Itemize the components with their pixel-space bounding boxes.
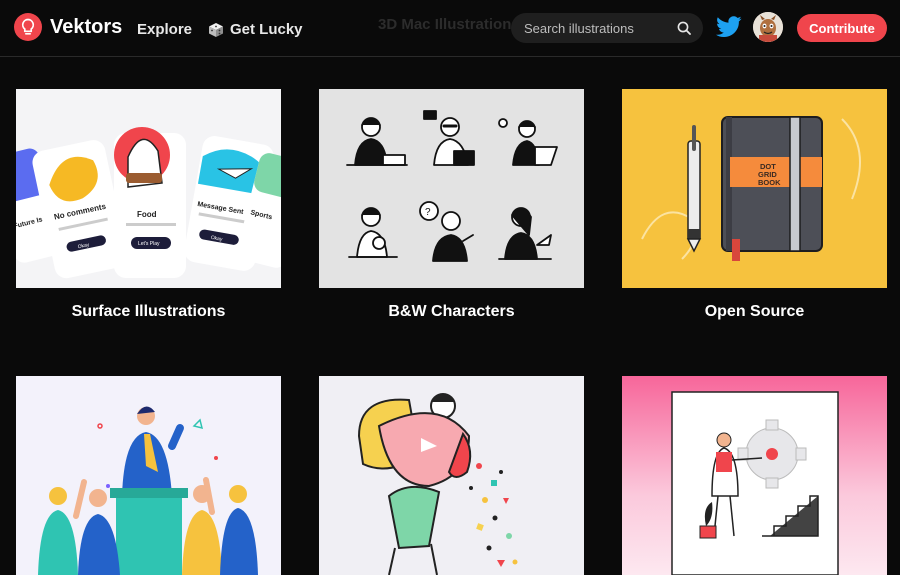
collection-card-speaker-crowd[interactable] (16, 376, 281, 575)
collection-title[interactable]: B&W Characters (319, 303, 584, 321)
collection-card-gear-stairs[interactable] (622, 376, 887, 575)
notebook-label-line: BOOK (758, 178, 781, 187)
collection-thumbnail (319, 376, 584, 575)
collection-thumbnail: Future Is Now No comments Okay Food Let'… (16, 89, 281, 288)
collection-card-pouring-character[interactable] (319, 376, 584, 575)
top-navigation-bar: Vektors Explore Get Lucky 3D Mac Illustr… (0, 0, 900, 57)
contribute-button[interactable]: Contribute (797, 14, 887, 42)
svg-text:?: ? (425, 207, 431, 218)
collection-card-surface-illustrations[interactable]: Future Is Now No comments Okay Food Let'… (16, 89, 281, 320)
collection-thumbnail (622, 376, 887, 575)
collection-thumbnail: DOT GRID BOOK (622, 89, 887, 288)
nav-get-lucky-label: Get Lucky (230, 21, 303, 38)
search-icon[interactable] (677, 21, 691, 35)
brand-name: Vektors (50, 15, 123, 38)
collection-card-bw-characters[interactable]: ? B&W Characters (319, 89, 584, 320)
search-bar[interactable] (511, 13, 703, 43)
user-avatar[interactable] (753, 12, 783, 42)
collection-thumbnail (16, 376, 281, 575)
background-page-title: 3D Mac Illustration (378, 16, 512, 33)
collection-thumbnail: ? (319, 89, 584, 288)
collection-card-open-source[interactable]: DOT GRID BOOK Open Source (622, 89, 887, 320)
nav-get-lucky-link[interactable]: Get Lucky (208, 21, 303, 38)
search-input[interactable] (524, 20, 674, 36)
brand-logo[interactable]: Vektors (14, 13, 122, 41)
preview-button-label: Let's Play (138, 241, 160, 247)
collection-title[interactable]: Surface Illustrations (16, 303, 281, 321)
nav-explore-link[interactable]: Explore (137, 21, 192, 38)
collection-title[interactable]: Open Source (622, 303, 887, 321)
preview-card-label: Food (137, 210, 157, 219)
twitter-icon[interactable] (716, 16, 742, 38)
lightbulb-icon (14, 13, 42, 41)
dice-icon (209, 22, 223, 37)
